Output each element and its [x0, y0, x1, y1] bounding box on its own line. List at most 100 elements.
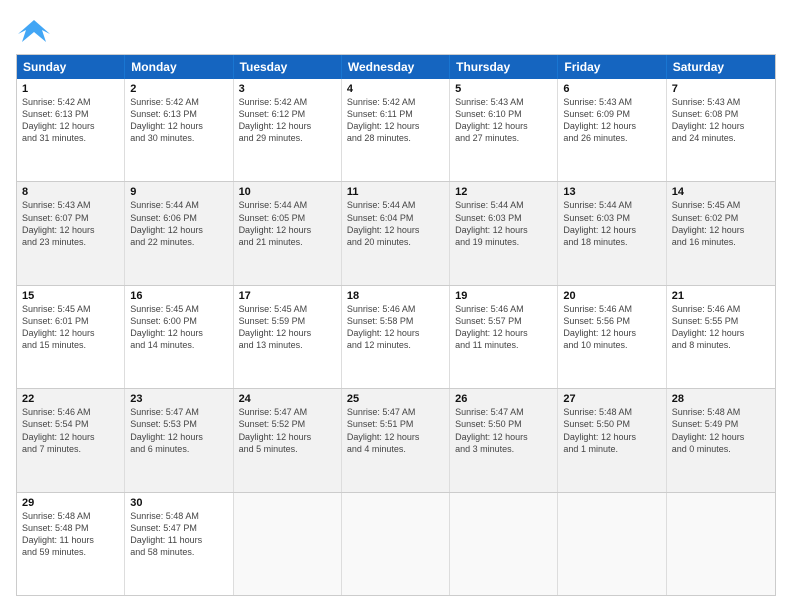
header-day-friday: Friday [558, 55, 666, 79]
calendar-day-22: 22Sunrise: 5:46 AM Sunset: 5:54 PM Dayli… [17, 389, 125, 491]
calendar-day-1: 1Sunrise: 5:42 AM Sunset: 6:13 PM Daylig… [17, 79, 125, 181]
day-number: 22 [22, 393, 119, 405]
header [16, 16, 776, 44]
day-info: Sunrise: 5:48 AM Sunset: 5:48 PM Dayligh… [22, 510, 119, 559]
day-info: Sunrise: 5:46 AM Sunset: 5:54 PM Dayligh… [22, 406, 119, 455]
day-number: 5 [455, 83, 552, 95]
calendar-day-5: 5Sunrise: 5:43 AM Sunset: 6:10 PM Daylig… [450, 79, 558, 181]
calendar-day-18: 18Sunrise: 5:46 AM Sunset: 5:58 PM Dayli… [342, 286, 450, 388]
header-day-thursday: Thursday [450, 55, 558, 79]
day-number: 29 [22, 497, 119, 509]
calendar-day-15: 15Sunrise: 5:45 AM Sunset: 6:01 PM Dayli… [17, 286, 125, 388]
calendar-day-25: 25Sunrise: 5:47 AM Sunset: 5:51 PM Dayli… [342, 389, 450, 491]
calendar-day-28: 28Sunrise: 5:48 AM Sunset: 5:49 PM Dayli… [667, 389, 775, 491]
calendar-day-13: 13Sunrise: 5:44 AM Sunset: 6:03 PM Dayli… [558, 182, 666, 284]
day-number: 8 [22, 186, 119, 198]
calendar-day-16: 16Sunrise: 5:45 AM Sunset: 6:00 PM Dayli… [125, 286, 233, 388]
day-number: 12 [455, 186, 552, 198]
day-info: Sunrise: 5:47 AM Sunset: 5:53 PM Dayligh… [130, 406, 227, 455]
day-info: Sunrise: 5:43 AM Sunset: 6:10 PM Dayligh… [455, 96, 552, 145]
header-day-tuesday: Tuesday [234, 55, 342, 79]
logo-icon [16, 16, 52, 44]
day-number: 6 [563, 83, 660, 95]
day-number: 21 [672, 290, 770, 302]
day-info: Sunrise: 5:42 AM Sunset: 6:13 PM Dayligh… [130, 96, 227, 145]
calendar-day-empty-2 [234, 493, 342, 595]
calendar-day-27: 27Sunrise: 5:48 AM Sunset: 5:50 PM Dayli… [558, 389, 666, 491]
calendar-day-9: 9Sunrise: 5:44 AM Sunset: 6:06 PM Daylig… [125, 182, 233, 284]
day-info: Sunrise: 5:47 AM Sunset: 5:52 PM Dayligh… [239, 406, 336, 455]
calendar-week-2: 8Sunrise: 5:43 AM Sunset: 6:07 PM Daylig… [17, 182, 775, 285]
day-number: 30 [130, 497, 227, 509]
day-info: Sunrise: 5:45 AM Sunset: 5:59 PM Dayligh… [239, 303, 336, 352]
day-number: 28 [672, 393, 770, 405]
day-info: Sunrise: 5:45 AM Sunset: 6:00 PM Dayligh… [130, 303, 227, 352]
day-number: 13 [563, 186, 660, 198]
day-info: Sunrise: 5:47 AM Sunset: 5:51 PM Dayligh… [347, 406, 444, 455]
header-day-monday: Monday [125, 55, 233, 79]
day-info: Sunrise: 5:46 AM Sunset: 5:58 PM Dayligh… [347, 303, 444, 352]
calendar-day-empty-6 [667, 493, 775, 595]
header-day-wednesday: Wednesday [342, 55, 450, 79]
day-info: Sunrise: 5:43 AM Sunset: 6:08 PM Dayligh… [672, 96, 770, 145]
day-info: Sunrise: 5:46 AM Sunset: 5:56 PM Dayligh… [563, 303, 660, 352]
day-info: Sunrise: 5:44 AM Sunset: 6:03 PM Dayligh… [563, 199, 660, 248]
day-info: Sunrise: 5:44 AM Sunset: 6:04 PM Dayligh… [347, 199, 444, 248]
day-number: 20 [563, 290, 660, 302]
day-info: Sunrise: 5:48 AM Sunset: 5:49 PM Dayligh… [672, 406, 770, 455]
calendar-day-4: 4Sunrise: 5:42 AM Sunset: 6:11 PM Daylig… [342, 79, 450, 181]
calendar-header: SundayMondayTuesdayWednesdayThursdayFrid… [17, 55, 775, 79]
day-info: Sunrise: 5:42 AM Sunset: 6:12 PM Dayligh… [239, 96, 336, 145]
calendar-day-24: 24Sunrise: 5:47 AM Sunset: 5:52 PM Dayli… [234, 389, 342, 491]
calendar-day-3: 3Sunrise: 5:42 AM Sunset: 6:12 PM Daylig… [234, 79, 342, 181]
day-number: 16 [130, 290, 227, 302]
day-info: Sunrise: 5:48 AM Sunset: 5:50 PM Dayligh… [563, 406, 660, 455]
day-number: 19 [455, 290, 552, 302]
day-number: 27 [563, 393, 660, 405]
day-number: 2 [130, 83, 227, 95]
day-info: Sunrise: 5:42 AM Sunset: 6:13 PM Dayligh… [22, 96, 119, 145]
day-number: 11 [347, 186, 444, 198]
day-number: 14 [672, 186, 770, 198]
day-info: Sunrise: 5:48 AM Sunset: 5:47 PM Dayligh… [130, 510, 227, 559]
calendar-week-4: 22Sunrise: 5:46 AM Sunset: 5:54 PM Dayli… [17, 389, 775, 492]
day-number: 26 [455, 393, 552, 405]
calendar-day-empty-3 [342, 493, 450, 595]
day-number: 17 [239, 290, 336, 302]
header-day-saturday: Saturday [667, 55, 775, 79]
day-number: 25 [347, 393, 444, 405]
day-number: 23 [130, 393, 227, 405]
calendar-week-5: 29Sunrise: 5:48 AM Sunset: 5:48 PM Dayli… [17, 493, 775, 595]
day-info: Sunrise: 5:43 AM Sunset: 6:09 PM Dayligh… [563, 96, 660, 145]
calendar-day-19: 19Sunrise: 5:46 AM Sunset: 5:57 PM Dayli… [450, 286, 558, 388]
day-info: Sunrise: 5:46 AM Sunset: 5:57 PM Dayligh… [455, 303, 552, 352]
day-info: Sunrise: 5:46 AM Sunset: 5:55 PM Dayligh… [672, 303, 770, 352]
calendar-day-20: 20Sunrise: 5:46 AM Sunset: 5:56 PM Dayli… [558, 286, 666, 388]
day-info: Sunrise: 5:45 AM Sunset: 6:02 PM Dayligh… [672, 199, 770, 248]
calendar-day-11: 11Sunrise: 5:44 AM Sunset: 6:04 PM Dayli… [342, 182, 450, 284]
calendar-day-6: 6Sunrise: 5:43 AM Sunset: 6:09 PM Daylig… [558, 79, 666, 181]
calendar-day-12: 12Sunrise: 5:44 AM Sunset: 6:03 PM Dayli… [450, 182, 558, 284]
day-info: Sunrise: 5:44 AM Sunset: 6:06 PM Dayligh… [130, 199, 227, 248]
day-number: 24 [239, 393, 336, 405]
calendar-week-3: 15Sunrise: 5:45 AM Sunset: 6:01 PM Dayli… [17, 286, 775, 389]
day-info: Sunrise: 5:42 AM Sunset: 6:11 PM Dayligh… [347, 96, 444, 145]
day-number: 18 [347, 290, 444, 302]
calendar-day-10: 10Sunrise: 5:44 AM Sunset: 6:05 PM Dayli… [234, 182, 342, 284]
calendar-day-26: 26Sunrise: 5:47 AM Sunset: 5:50 PM Dayli… [450, 389, 558, 491]
calendar-day-2: 2Sunrise: 5:42 AM Sunset: 6:13 PM Daylig… [125, 79, 233, 181]
day-number: 10 [239, 186, 336, 198]
day-number: 1 [22, 83, 119, 95]
calendar-day-29: 29Sunrise: 5:48 AM Sunset: 5:48 PM Dayli… [17, 493, 125, 595]
calendar: SundayMondayTuesdayWednesdayThursdayFrid… [16, 54, 776, 596]
day-number: 3 [239, 83, 336, 95]
calendar-week-1: 1Sunrise: 5:42 AM Sunset: 6:13 PM Daylig… [17, 79, 775, 182]
day-number: 4 [347, 83, 444, 95]
day-info: Sunrise: 5:47 AM Sunset: 5:50 PM Dayligh… [455, 406, 552, 455]
calendar-day-17: 17Sunrise: 5:45 AM Sunset: 5:59 PM Dayli… [234, 286, 342, 388]
calendar-day-7: 7Sunrise: 5:43 AM Sunset: 6:08 PM Daylig… [667, 79, 775, 181]
day-info: Sunrise: 5:44 AM Sunset: 6:03 PM Dayligh… [455, 199, 552, 248]
day-info: Sunrise: 5:43 AM Sunset: 6:07 PM Dayligh… [22, 199, 119, 248]
day-number: 15 [22, 290, 119, 302]
calendar-day-empty-4 [450, 493, 558, 595]
